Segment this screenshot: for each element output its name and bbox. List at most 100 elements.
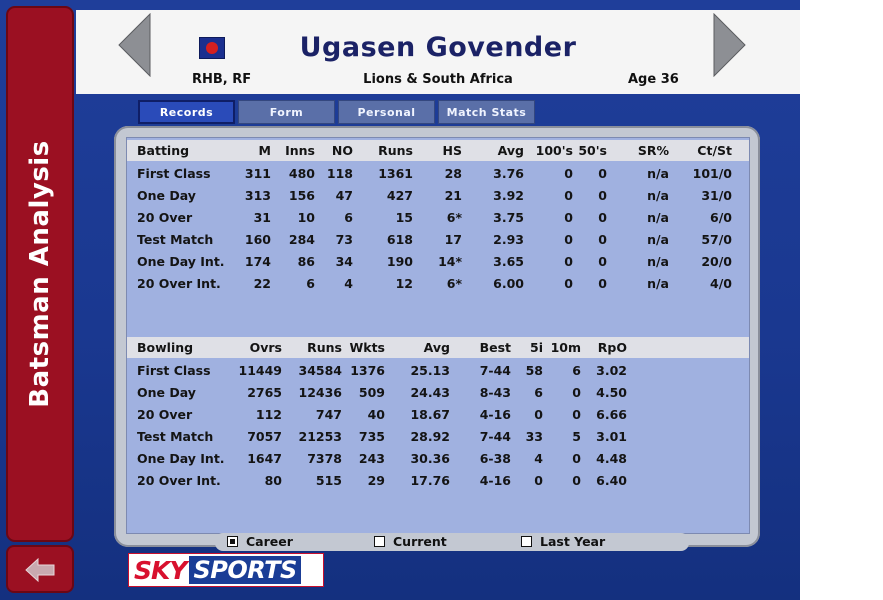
batting-cell: 21 <box>444 188 462 203</box>
logo-sky-text: SKY <box>134 555 187 585</box>
bowling-cell: 18.67 <box>410 407 450 422</box>
period-career-option[interactable]: Career <box>227 534 293 549</box>
tab-match-stats[interactable]: Match Stats <box>438 100 535 124</box>
batting-cell: 0 <box>564 254 573 269</box>
batting-cell: 3.92 <box>493 188 524 203</box>
bowling-cell: 40 <box>367 407 385 422</box>
batting-cell: 17 <box>444 232 462 247</box>
bowling-cell: 7-44 <box>479 363 511 378</box>
batting-row: First Class 311 480 118 1361 28 3.76 0 0 n/a 101/0 <box>127 163 749 185</box>
bowling-column-header: Bowling <box>137 340 194 355</box>
bowling-cell: 28.92 <box>410 429 450 444</box>
batting-cell: 57/0 <box>701 232 732 247</box>
bowling-column-header: Best <box>479 340 511 355</box>
batting-cell: 10 <box>297 210 315 225</box>
bowling-cell: 735 <box>358 429 385 444</box>
stats-table-area: Batting M Inns NO Runs HS Avg 100's 50's SR% Ct/St… <box>126 137 750 534</box>
bowling-cell: 17.76 <box>410 473 450 488</box>
bowling-cell: 7378 <box>307 451 342 466</box>
batting-cell: 118 <box>326 166 353 181</box>
batting-cell: n/a <box>647 210 669 225</box>
bowling-cell: 1647 <box>247 451 282 466</box>
batting-row-label: One Day <box>137 188 196 203</box>
bowling-cell: 0 <box>572 407 581 422</box>
batting-cell: 6 <box>306 276 315 291</box>
batting-row-label: 20 Over <box>137 210 193 225</box>
batting-column-header: SR% <box>637 143 669 158</box>
batting-cell: 6* <box>446 210 462 225</box>
tab-personal[interactable]: Personal <box>338 100 435 124</box>
bowling-cell: 3.02 <box>596 363 627 378</box>
period-selector: Career Current Last Year <box>215 533 689 551</box>
last-year-checkbox[interactable] <box>521 536 532 547</box>
batting-header-row: Batting M Inns NO Runs HS Avg 100's 50's SR% Ct/St <box>127 140 749 161</box>
bowling-cell: 25.13 <box>410 363 450 378</box>
bowling-cell: 29 <box>367 473 385 488</box>
current-checkbox[interactable] <box>374 536 385 547</box>
bowling-cell: 4.48 <box>596 451 627 466</box>
bowling-cell: 1376 <box>350 363 385 378</box>
back-button[interactable] <box>6 545 74 593</box>
batting-column-header: M <box>258 143 271 158</box>
bowling-cell: 4-16 <box>479 407 511 422</box>
batting-cell: 0 <box>564 210 573 225</box>
batting-row-label: 20 Over Int. <box>137 276 221 291</box>
batting-cell: 0 <box>564 166 573 181</box>
batting-cell: 0 <box>598 232 607 247</box>
batting-cell: 160 <box>244 232 271 247</box>
batting-row: One Day 313 156 47 427 21 3.92 0 0 n/a 31/0 <box>127 185 749 207</box>
period-label: Career <box>246 534 293 549</box>
bowling-cell: 12436 <box>298 385 343 400</box>
bowling-cell: 6 <box>534 385 543 400</box>
period-label: Last Year <box>540 534 606 549</box>
batting-cell: 14* <box>438 254 462 269</box>
batting-column-header: NO <box>331 143 353 158</box>
career-checkbox[interactable] <box>227 536 238 547</box>
batting-cell: 1361 <box>378 166 413 181</box>
batting-row-label: First Class <box>137 166 211 181</box>
bowling-row-label: 20 Over <box>137 407 193 422</box>
player-name: Ugasen Govender <box>299 32 577 63</box>
batting-cell: n/a <box>647 166 669 181</box>
sky-sports-logo: SKY SPORTS <box>128 553 324 587</box>
batting-cell: 28 <box>444 166 462 181</box>
tab-form[interactable]: Form <box>238 100 335 124</box>
bowling-cell: 24.43 <box>410 385 450 400</box>
bowling-cell: 0 <box>572 451 581 466</box>
bowling-cell: 4.50 <box>596 385 627 400</box>
batting-cell: 12 <box>395 276 413 291</box>
bowling-header-row: Bowling Ovrs Runs Wkts Avg Best 5i 10m RpO <box>127 337 749 358</box>
batting-column-header: 100's <box>535 143 573 158</box>
bowling-cell: 5 <box>572 429 581 444</box>
bowling-cell: 3.01 <box>596 429 627 444</box>
batting-cell: 427 <box>386 188 413 203</box>
batting-cell: n/a <box>647 276 669 291</box>
sidebar: Batsman Analysis <box>6 6 74 542</box>
team-name: Lions & South Africa <box>363 72 513 87</box>
bowling-row: 20 Over 112 747 40 18.67 4-16 0 0 6.66 <box>127 404 749 426</box>
batting-cell: 6.00 <box>493 276 524 291</box>
bowling-row: One Day Int. 1647 7378 243 30.36 6-38 4 0 4.48 <box>127 448 749 470</box>
tab-records[interactable]: Records <box>138 100 235 124</box>
batting-cell: 31 <box>253 210 271 225</box>
batting-cell: 22 <box>253 276 271 291</box>
batting-row-label: One Day Int. <box>137 254 225 269</box>
bowling-row-label: 20 Over Int. <box>137 473 221 488</box>
bowling-row-label: First Class <box>137 363 211 378</box>
bowling-row: Test Match 7057 21253 735 28.92 7-44 33 5 3.01 <box>127 426 749 448</box>
bowling-cell: 80 <box>264 473 282 488</box>
batting-cell: 34 <box>335 254 353 269</box>
sidebar-title: Batsman Analysis <box>25 140 55 408</box>
bowling-cell: 747 <box>315 407 342 422</box>
stats-panel: Batting M Inns NO Runs HS Avg 100's 50's SR% Ct/St… <box>114 126 760 547</box>
batting-row: 20 Over 31 10 6 15 6* 3.75 0 0 n/a 6/0 <box>127 207 749 229</box>
batting-cell: 20/0 <box>701 254 732 269</box>
batting-cell: 3.76 <box>493 166 524 181</box>
period-last-year-option[interactable]: Last Year <box>521 534 605 549</box>
bowling-cell: 112 <box>255 407 282 422</box>
next-arrow-icon[interactable] <box>712 13 746 77</box>
batting-cell: 0 <box>598 254 607 269</box>
period-current-option[interactable]: Current <box>374 534 447 549</box>
batting-row: 20 Over Int. 22 6 4 12 6* 6.00 0 0 n/a 4/0 <box>127 273 749 295</box>
bowling-row-label: One Day <box>137 385 196 400</box>
